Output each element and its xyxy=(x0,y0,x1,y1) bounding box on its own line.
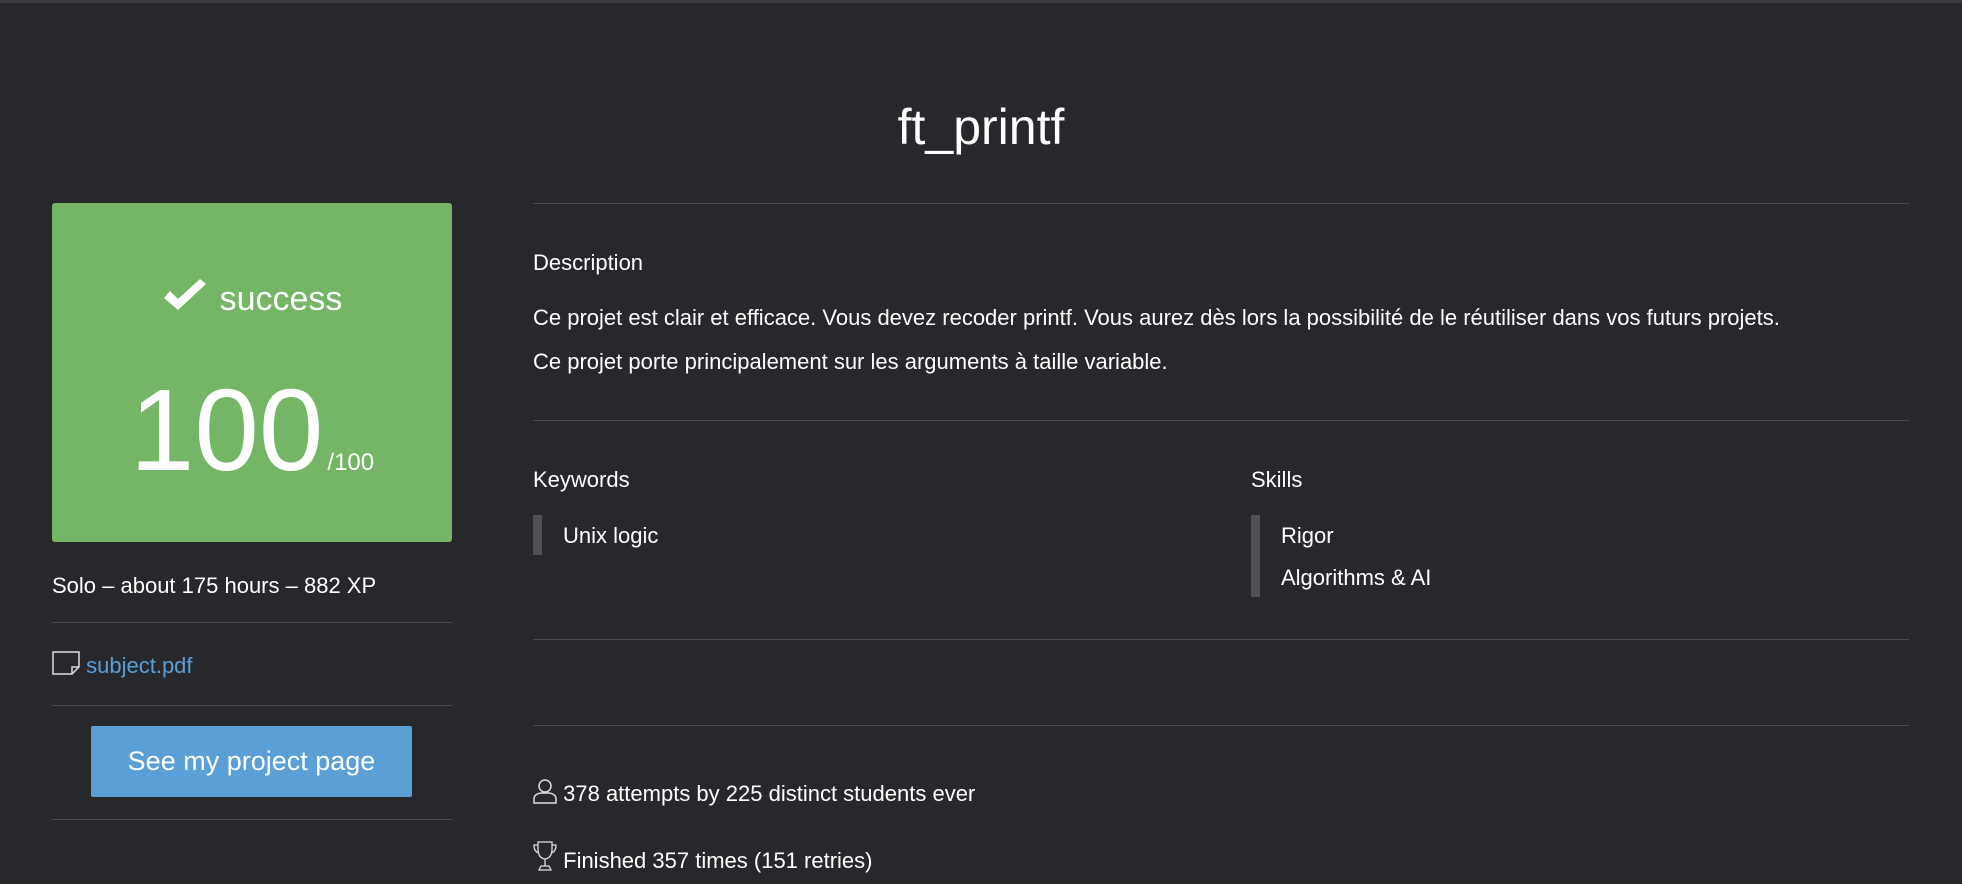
divider xyxy=(533,725,1909,726)
checkmark-icon xyxy=(163,279,206,310)
result-card: success 100/100 xyxy=(52,203,452,542)
list-bar xyxy=(533,515,542,555)
divider xyxy=(52,622,452,623)
score: 100/100 xyxy=(52,363,452,497)
status-label: success xyxy=(219,280,343,318)
skills-heading: Skills xyxy=(1251,467,1303,492)
subject-pdf-link[interactable]: subject.pdf xyxy=(86,653,192,678)
description-line: Ce projet est clair et efficace. Vous de… xyxy=(533,305,1780,330)
attempts-stat: 378 attempts by 225 distinct students ev… xyxy=(533,778,975,807)
skills-list: Rigor Algorithms & AI xyxy=(1251,515,1651,597)
skill-item: Rigor xyxy=(1281,523,1334,548)
finished-text: Finished 357 times (151 retries) xyxy=(563,848,873,873)
subject-row: subject.pdf xyxy=(52,651,193,679)
result-status: success xyxy=(52,278,452,319)
divider xyxy=(533,639,1909,640)
skill-item: Algorithms & AI xyxy=(1281,565,1432,590)
attempts-text: 378 attempts by 225 distinct students ev… xyxy=(563,781,976,806)
finished-stat: Finished 357 times (151 retries) xyxy=(533,841,872,874)
document-icon xyxy=(52,651,80,675)
user-icon xyxy=(533,779,557,804)
keyword-item: Unix logic xyxy=(563,523,659,548)
divider xyxy=(52,819,452,820)
divider xyxy=(533,420,1909,421)
divider xyxy=(533,203,1909,204)
project-title: ft_printf xyxy=(897,99,1065,155)
keywords-list: Unix logic xyxy=(533,515,933,555)
project-meta: Solo – about 175 hours – 882 XP xyxy=(52,573,377,598)
list-bar xyxy=(1251,515,1260,597)
trophy-icon xyxy=(533,841,557,871)
description-line: Ce projet porte principalement sur les a… xyxy=(533,349,1168,374)
keywords-heading: Keywords xyxy=(533,467,630,492)
description-heading: Description xyxy=(533,250,644,275)
score-max: /100 xyxy=(327,449,375,476)
divider xyxy=(52,705,452,706)
see-project-page-button[interactable]: See my project page xyxy=(91,726,412,797)
score-value: 100 xyxy=(129,365,324,495)
